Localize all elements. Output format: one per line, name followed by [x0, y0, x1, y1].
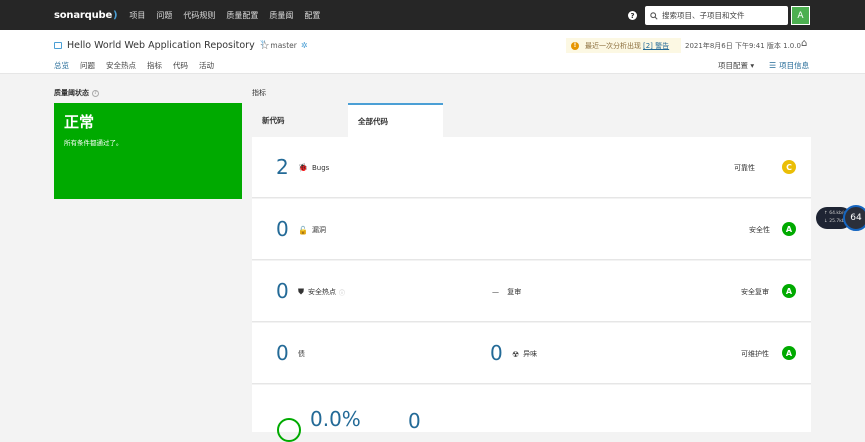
code-smells-label: ☢ 异味: [512, 349, 537, 359]
quality-gate-title: 质量阈状态: [54, 89, 89, 97]
warning-link[interactable]: [2] 警告: [643, 41, 669, 51]
lock-icon: 🔓: [298, 225, 308, 235]
list-icon: ☰: [769, 61, 777, 70]
coverage-card: 0.0% 0: [252, 385, 811, 433]
warning-icon: !: [571, 41, 579, 50]
analysis-date: 2021年8月6日 下午9:41: [685, 42, 765, 50]
coverage-chart-icon: [277, 418, 301, 442]
speed-dial: 64: [843, 205, 865, 231]
hotspots-label: ⛊ 安全热点 ⓘ: [298, 287, 345, 297]
quality-gate-message: 所有条件都通过了。: [64, 139, 123, 147]
search-box[interactable]: [645, 6, 788, 25]
analysis-warning: ! 最近一次分析出现 [2] 警告: [566, 38, 681, 53]
debt-label-text: 债: [298, 350, 305, 358]
reviewed-label: 复审: [507, 288, 522, 296]
logo-wave-icon: ): [113, 9, 118, 21]
branch-name: master: [270, 40, 297, 50]
duplications-value[interactable]: 0: [408, 409, 421, 433]
bugs-count[interactable]: 2: [276, 155, 289, 179]
bug-icon: 🐞: [298, 163, 308, 172]
quality-gate-status-text: 正常: [64, 113, 95, 131]
project-icon: [54, 42, 62, 49]
bugs-label: 🐞 Bugs: [298, 163, 329, 172]
bugs-card: 2 🐞 Bugs 可靠性 C: [252, 137, 811, 198]
quality-gate-status: 正常 所有条件都通过了。: [54, 103, 242, 199]
maintainability-card: 0 债 0 ☢ 异味 可维护性 A: [252, 323, 811, 384]
project-settings-menu[interactable]: 项目配置 ▾: [718, 60, 754, 71]
branch-icon: ᛘ: [260, 40, 266, 50]
analysis-meta: 2021年8月6日 下午9:41 版本 1.0.0: [685, 41, 801, 51]
hotspots-count[interactable]: 0: [276, 279, 289, 303]
tab-security-hotspots[interactable]: 安全热点: [106, 60, 136, 71]
tab-measures[interactable]: 指标: [147, 60, 162, 71]
branch-settings-icon[interactable]: ✲: [301, 41, 308, 50]
nav-rules[interactable]: 代码规则: [183, 10, 215, 21]
vulnerabilities-count[interactable]: 0: [276, 217, 289, 241]
network-speed-widget[interactable]: ↑ 64.kb/s ↓ 25.7kb/s 64: [816, 205, 865, 232]
tab-code[interactable]: 代码: [173, 60, 188, 71]
tab-issues[interactable]: 问题: [80, 60, 95, 71]
hotspots-label-text: 安全热点: [308, 288, 336, 296]
sonarqube-logo[interactable]: sonarqube): [54, 9, 118, 21]
nav-issues[interactable]: 问题: [156, 10, 172, 21]
nav-projects[interactable]: 项目: [129, 10, 145, 21]
project-info-label: 项目信息: [779, 61, 810, 70]
reliability-rating[interactable]: C: [782, 160, 796, 174]
search-icon: [650, 11, 658, 20]
hotspots-card: 0 ⛊ 安全热点 ⓘ — 复审 安全复审 A: [252, 261, 811, 322]
hotspots-reviewed: — 复审: [492, 287, 521, 297]
maintainability-rating[interactable]: A: [782, 346, 796, 360]
global-nav: 项目 问题 代码规则 质量配置 质量阈 配置: [129, 10, 331, 21]
vulnerabilities-card: 0 🔓 漏洞 安全性 A: [252, 199, 811, 260]
tab-activity[interactable]: 活动: [199, 60, 214, 71]
security-review-rating[interactable]: A: [782, 284, 796, 298]
smell-icon: ☢: [512, 349, 520, 359]
vulnerabilities-label: 🔓 漏洞: [298, 225, 326, 235]
user-avatar[interactable]: A: [791, 6, 810, 25]
project-info-link[interactable]: ☰ 项目信息: [769, 60, 809, 71]
vulnerabilities-label-text: 漏洞: [311, 226, 326, 234]
measures-label: 指标: [252, 89, 266, 97]
security-rating[interactable]: A: [782, 222, 796, 236]
maintainability-label: 可维护性: [741, 350, 769, 358]
coverage-value[interactable]: 0.0%: [310, 407, 361, 431]
project-name[interactable]: Hello World Web Application Repository: [67, 40, 255, 51]
project-header: Hello World Web Application Repository ☆…: [0, 30, 865, 74]
bugs-label-text: Bugs: [311, 163, 330, 172]
help-icon[interactable]: ?: [92, 89, 99, 97]
nav-administration[interactable]: 配置: [304, 10, 320, 21]
home-icon[interactable]: ⌂: [801, 38, 807, 49]
security-label: 安全性: [749, 226, 770, 234]
help-icon[interactable]: ?: [628, 11, 637, 20]
nav-quality-profiles[interactable]: 质量配置: [226, 10, 258, 21]
branch-selector[interactable]: ᛘ master ✲: [260, 40, 308, 50]
nav-quality-gates[interactable]: 质量阈: [269, 10, 293, 21]
search-input[interactable]: [662, 11, 782, 20]
tab-new-code[interactable]: 新代码: [252, 103, 345, 137]
tab-overall-code[interactable]: 全部代码: [348, 103, 443, 137]
reviewed-value: —: [492, 288, 499, 296]
tab-overview[interactable]: 总览: [54, 60, 69, 71]
debt-value[interactable]: 0: [276, 341, 289, 365]
shield-icon: ⛊: [298, 287, 304, 296]
reliability-label: 可靠性: [734, 164, 755, 172]
logo-text: sonarqube: [54, 9, 113, 21]
code-smells-count[interactable]: 0: [490, 341, 503, 365]
security-review-label: 安全复审: [741, 288, 769, 296]
project-subnav: 总览 问题 安全热点 指标 代码 活动: [54, 60, 225, 71]
help-icon[interactable]: ⓘ: [339, 288, 345, 297]
quality-gate-label: 质量阈状态 ?: [54, 88, 99, 98]
code-period-tabs: 新代码 全部代码: [252, 103, 811, 137]
debt-label: 债: [298, 349, 305, 359]
project-title: Hello World Web Application Repository ☆: [54, 39, 270, 52]
warning-text: 最近一次分析出现: [585, 41, 641, 50]
project-version: 版本 1.0.0: [766, 42, 801, 50]
code-smells-label-text: 异味: [523, 350, 538, 358]
